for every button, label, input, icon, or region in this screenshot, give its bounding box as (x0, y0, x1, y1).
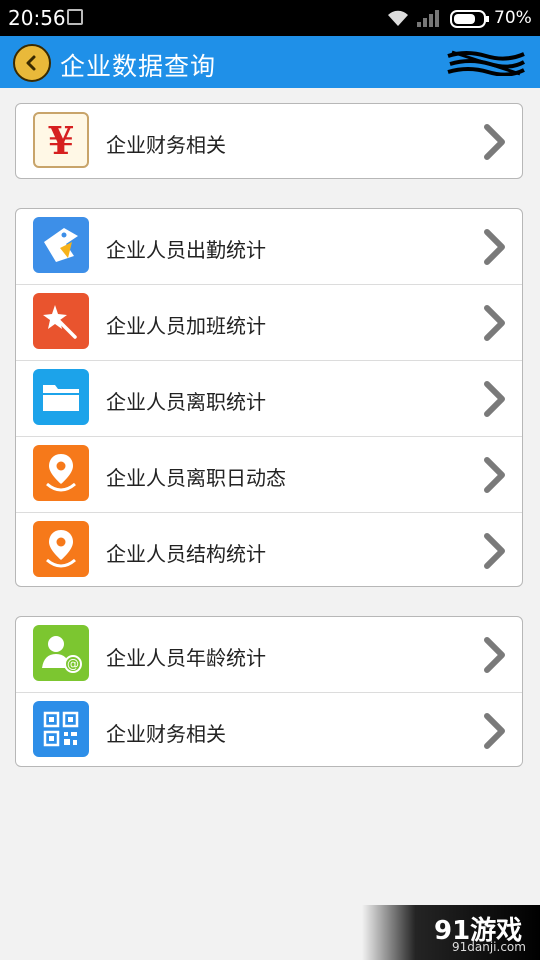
list-item-label: 企业人员加班统计 (106, 314, 266, 338)
list-item[interactable]: 企业人员结构统计 (16, 513, 522, 586)
wifi-icon (388, 10, 408, 26)
location-pin-icon (33, 521, 89, 577)
chevron-right-icon (484, 124, 505, 160)
qr-code-icon (33, 701, 89, 757)
back-button[interactable] (13, 44, 51, 82)
list-item[interactable]: 企业财务相关 (16, 693, 522, 766)
chevron-right-icon (484, 381, 505, 417)
list-item-label: 企业财务相关 (106, 133, 226, 157)
scribbled-out-action[interactable] (446, 48, 526, 76)
folder-icon (33, 369, 89, 425)
list-item-label: 企业人员出勤统计 (106, 238, 266, 262)
list-item-label: 企业人员离职统计 (106, 390, 266, 414)
chevron-right-icon (484, 533, 505, 569)
svg-text:@: @ (67, 657, 79, 671)
signal-icon (417, 10, 439, 27)
menu-card-misc: @ 企业人员年龄统计 企业财务相关 (15, 616, 523, 767)
chevron-left-icon (26, 55, 36, 71)
location-pin-icon (33, 445, 89, 501)
chevron-right-icon (484, 229, 505, 265)
list-item-label: 企业人员年龄统计 (106, 646, 266, 670)
chevron-right-icon (484, 305, 505, 341)
list-item[interactable]: @ 企业人员年龄统计 (16, 617, 522, 693)
menu-card-staff: 企业人员出勤统计 企业人员加班统计 企业人员离职统计 企业人员离职日动态 企业人… (15, 208, 523, 587)
list-item-label: 企业财务相关 (106, 722, 226, 746)
status-bar: 20:56 70% (0, 0, 540, 36)
contact-icon: @ (33, 625, 89, 681)
watermark-site: 91danji.com (452, 940, 526, 954)
list-item[interactable]: 企业人员加班统计 (16, 285, 522, 361)
list-item-label: 企业人员结构统计 (106, 542, 266, 566)
battery-percent: 70% (494, 8, 532, 28)
list-item[interactable]: 企业人员离职统计 (16, 361, 522, 437)
list-item-label: 企业人员离职日动态 (106, 466, 286, 490)
list-item[interactable]: 企业人员离职日动态 (16, 437, 522, 513)
battery-icon (450, 10, 489, 28)
menu-card-finance: ¥ 企业财务相关 (15, 103, 523, 179)
star-wand-icon (33, 293, 89, 349)
list-item[interactable]: 企业人员出勤统计 (16, 209, 522, 285)
chevron-right-icon (484, 713, 505, 749)
status-time: 20:56 (8, 6, 66, 30)
attendance-icon (33, 217, 89, 273)
title-bar: 企业数据查询 (0, 36, 540, 88)
notification-icon (67, 9, 83, 25)
chevron-right-icon (484, 637, 505, 673)
watermark: 91游戏 91danji.com (362, 905, 540, 960)
page-title: 企业数据查询 (60, 52, 217, 81)
chevron-right-icon (484, 457, 505, 493)
yen-icon: ¥ (33, 112, 89, 168)
list-item[interactable]: ¥ 企业财务相关 (16, 104, 522, 178)
